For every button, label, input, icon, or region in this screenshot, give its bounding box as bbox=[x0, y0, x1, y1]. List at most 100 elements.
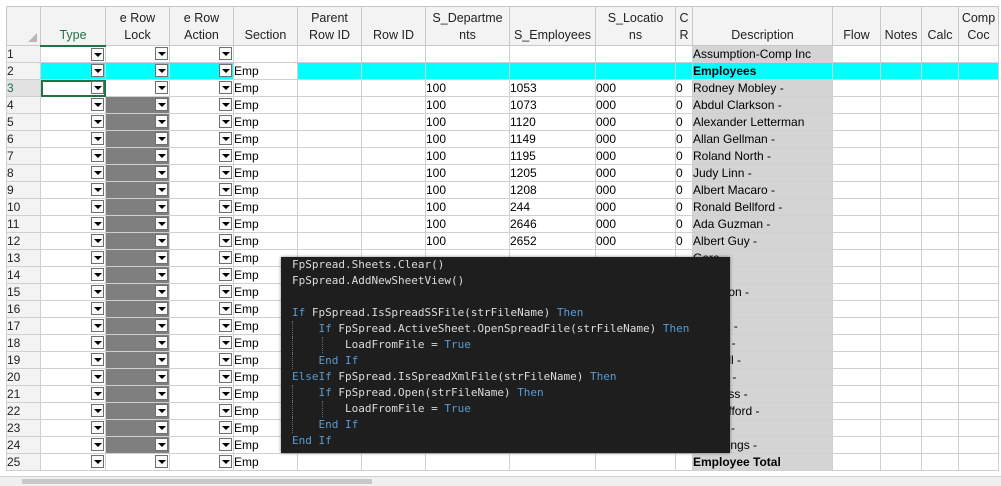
calc-cell[interactable] bbox=[921, 300, 959, 318]
flow-cell[interactable] bbox=[832, 62, 881, 80]
locations-cell[interactable] bbox=[595, 453, 676, 471]
calc-cell[interactable] bbox=[921, 385, 959, 403]
type-dropdown[interactable] bbox=[40, 113, 106, 131]
row-lock-dropdown[interactable] bbox=[105, 351, 170, 369]
row-header[interactable]: 11 bbox=[6, 215, 41, 233]
dropdown-arrow-icon[interactable] bbox=[91, 234, 104, 247]
row-header[interactable]: 23 bbox=[6, 419, 41, 437]
cr-cell[interactable]: 0 bbox=[675, 113, 693, 131]
row-lock-dropdown[interactable] bbox=[105, 283, 170, 301]
row-lock-dropdown[interactable] bbox=[105, 368, 170, 386]
dropdown-arrow-icon[interactable] bbox=[219, 217, 232, 230]
column-header-row-action[interactable]: e Row Action bbox=[169, 6, 234, 46]
parent-row-id-cell[interactable] bbox=[297, 96, 362, 114]
cr-cell[interactable] bbox=[675, 62, 693, 80]
employees-cell[interactable]: 1120 bbox=[509, 113, 596, 131]
dropdown-arrow-icon[interactable] bbox=[91, 81, 104, 94]
notes-cell[interactable] bbox=[880, 130, 922, 148]
row-lock-dropdown[interactable] bbox=[105, 62, 170, 80]
row-action-dropdown[interactable] bbox=[169, 300, 234, 318]
row-lock-dropdown[interactable] bbox=[105, 198, 170, 216]
dropdown-arrow-icon[interactable] bbox=[219, 251, 232, 264]
row-id-cell[interactable] bbox=[361, 79, 426, 97]
dropdown-arrow-icon[interactable] bbox=[155, 132, 168, 145]
row-lock-dropdown[interactable] bbox=[105, 266, 170, 284]
dropdown-arrow-icon[interactable] bbox=[91, 285, 104, 298]
dropdown-arrow-icon[interactable] bbox=[91, 64, 104, 77]
locations-cell[interactable]: 000 bbox=[595, 215, 676, 233]
locations-cell[interactable]: 000 bbox=[595, 181, 676, 199]
section-cell[interactable]: Emp bbox=[233, 198, 298, 216]
row-action-dropdown[interactable] bbox=[169, 317, 234, 335]
locations-cell[interactable] bbox=[595, 45, 676, 63]
parent-row-id-cell[interactable] bbox=[297, 45, 362, 63]
cr-cell[interactable]: 0 bbox=[675, 147, 693, 165]
dropdown-arrow-icon[interactable] bbox=[219, 234, 232, 247]
notes-cell[interactable] bbox=[880, 198, 922, 216]
calc-cell[interactable] bbox=[921, 283, 959, 301]
departments-cell[interactable]: 100 bbox=[425, 79, 510, 97]
calc-cell[interactable] bbox=[921, 62, 959, 80]
scrollbar-thumb[interactable] bbox=[22, 479, 372, 484]
type-dropdown[interactable] bbox=[40, 402, 106, 420]
flow-cell[interactable] bbox=[832, 96, 881, 114]
dropdown-arrow-icon[interactable] bbox=[155, 115, 168, 128]
comp-coc-cell[interactable] bbox=[958, 453, 999, 471]
dropdown-arrow-icon[interactable] bbox=[91, 336, 104, 349]
parent-row-id-cell[interactable] bbox=[297, 232, 362, 250]
section-cell[interactable]: Emp bbox=[233, 164, 298, 182]
row-action-dropdown[interactable] bbox=[169, 96, 234, 114]
type-dropdown[interactable] bbox=[40, 300, 106, 318]
departments-cell[interactable]: 100 bbox=[425, 198, 510, 216]
flow-cell[interactable] bbox=[832, 164, 881, 182]
dropdown-arrow-icon[interactable] bbox=[155, 166, 168, 179]
comp-coc-cell[interactable] bbox=[958, 62, 999, 80]
flow-cell[interactable] bbox=[832, 283, 881, 301]
comp-coc-cell[interactable] bbox=[958, 215, 999, 233]
row-action-dropdown[interactable] bbox=[169, 215, 234, 233]
dropdown-arrow-icon[interactable] bbox=[155, 200, 168, 213]
calc-cell[interactable] bbox=[921, 215, 959, 233]
notes-cell[interactable] bbox=[880, 113, 922, 131]
dropdown-arrow-icon[interactable] bbox=[155, 438, 168, 451]
departments-cell[interactable]: 100 bbox=[425, 96, 510, 114]
row-action-dropdown[interactable] bbox=[169, 368, 234, 386]
row-header[interactable]: 4 bbox=[6, 96, 41, 114]
notes-cell[interactable] bbox=[880, 368, 922, 386]
calc-cell[interactable] bbox=[921, 402, 959, 420]
cr-cell[interactable]: 0 bbox=[675, 198, 693, 216]
type-dropdown[interactable] bbox=[40, 198, 106, 216]
calc-cell[interactable] bbox=[921, 113, 959, 131]
notes-cell[interactable] bbox=[880, 351, 922, 369]
type-dropdown[interactable] bbox=[40, 334, 106, 352]
employees-cell[interactable]: 244 bbox=[509, 198, 596, 216]
flow-cell[interactable] bbox=[832, 453, 881, 471]
dropdown-arrow-icon[interactable] bbox=[155, 149, 168, 162]
row-lock-dropdown[interactable] bbox=[105, 334, 170, 352]
row-lock-dropdown[interactable] bbox=[105, 164, 170, 182]
column-header-calc[interactable]: Calc bbox=[921, 6, 959, 46]
type-dropdown[interactable] bbox=[40, 453, 106, 471]
type-dropdown[interactable] bbox=[40, 419, 106, 437]
row-header[interactable]: 17 bbox=[6, 317, 41, 335]
dropdown-arrow-icon[interactable] bbox=[219, 404, 232, 417]
type-dropdown[interactable] bbox=[40, 147, 106, 165]
row-header[interactable]: 22 bbox=[6, 402, 41, 420]
row-id-cell[interactable] bbox=[361, 96, 426, 114]
cr-cell[interactable]: 0 bbox=[675, 215, 693, 233]
flow-cell[interactable] bbox=[832, 181, 881, 199]
notes-cell[interactable] bbox=[880, 300, 922, 318]
column-header-section[interactable]: Section bbox=[233, 6, 298, 46]
row-header[interactable]: 12 bbox=[6, 232, 41, 250]
flow-cell[interactable] bbox=[832, 147, 881, 165]
calc-cell[interactable] bbox=[921, 266, 959, 284]
row-header[interactable]: 25 bbox=[6, 453, 41, 471]
flow-cell[interactable] bbox=[832, 436, 881, 454]
row-action-dropdown[interactable] bbox=[169, 181, 234, 199]
dropdown-arrow-icon[interactable] bbox=[155, 47, 168, 60]
flow-cell[interactable] bbox=[832, 317, 881, 335]
locations-cell[interactable]: 000 bbox=[595, 130, 676, 148]
dropdown-arrow-icon[interactable] bbox=[91, 370, 104, 383]
row-header[interactable]: 21 bbox=[6, 385, 41, 403]
departments-cell[interactable]: 100 bbox=[425, 232, 510, 250]
